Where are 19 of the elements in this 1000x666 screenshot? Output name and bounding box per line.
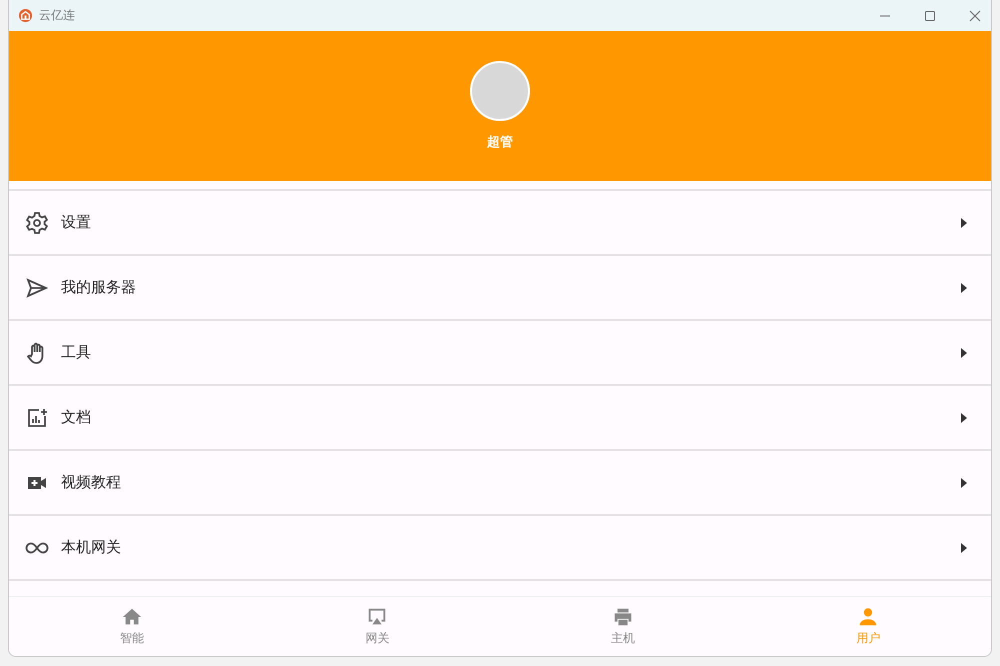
window-title: 云亿连 <box>39 7 75 24</box>
caret-right-icon <box>961 478 967 488</box>
caret-right-icon <box>961 348 967 358</box>
caret-right-icon <box>961 218 967 228</box>
user-name: 超管 <box>487 134 513 151</box>
menu-item[interactable]: 视频教程 <box>9 449 991 514</box>
send-icon <box>25 276 49 300</box>
menu-item[interactable]: 工具 <box>9 319 991 384</box>
menu-item[interactable]: 本机网关 <box>9 514 991 579</box>
gear-icon <box>25 210 49 234</box>
close-icon[interactable] <box>969 10 981 22</box>
app-logo-icon <box>18 8 33 23</box>
caret-right-icon <box>961 542 967 552</box>
maximize-icon[interactable] <box>924 10 936 22</box>
menu-item[interactable]: 设置 <box>9 189 991 254</box>
caret-right-icon <box>961 412 967 422</box>
menu-item[interactable]: 文档 <box>9 384 991 449</box>
menu-item[interactable]: 我的服务器 <box>9 254 991 319</box>
caret-right-icon <box>961 282 967 292</box>
